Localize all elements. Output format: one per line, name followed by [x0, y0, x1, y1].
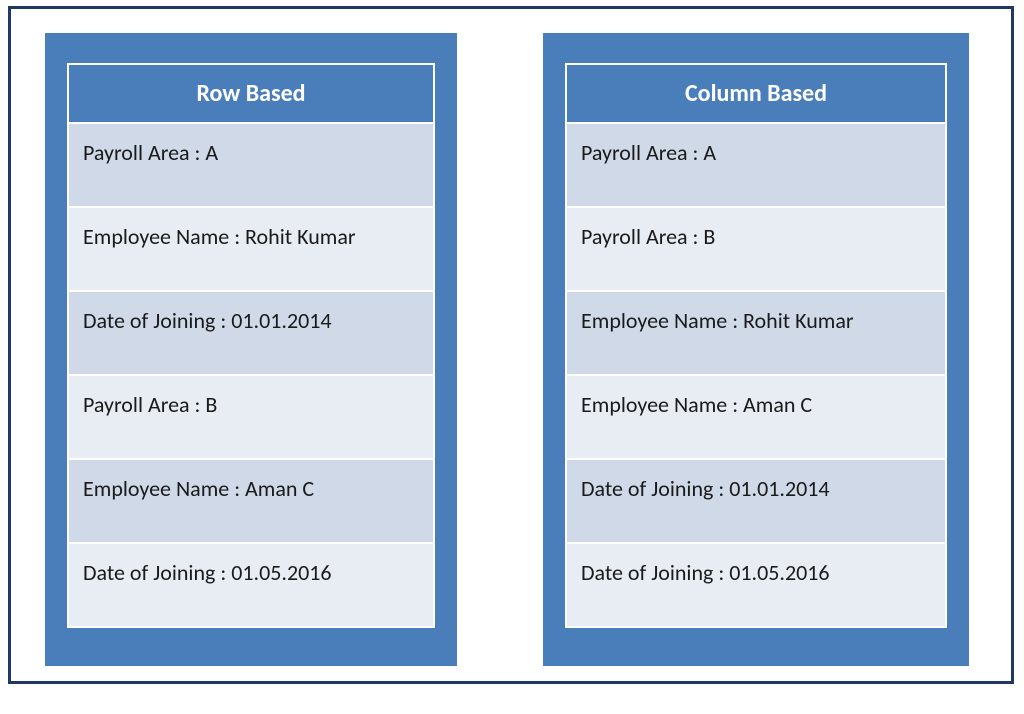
row-based-panel: Row Based Payroll Area : A Employee Name… [45, 33, 457, 666]
row-based-header: Row Based [68, 64, 434, 123]
table-row: Payroll Area : A [68, 123, 434, 207]
table-row: Payroll Area : B [566, 207, 946, 291]
table-row: Payroll Area : B [68, 375, 434, 459]
column-based-table: Column Based Payroll Area : A Payroll Ar… [565, 63, 947, 628]
table-row: Employee Name : Rohit Kumar [68, 207, 434, 291]
panels-container: Row Based Payroll Area : A Employee Name… [11, 9, 1011, 690]
table-row: Employee Name : Rohit Kumar [566, 291, 946, 375]
table-row: Employee Name : Aman C [566, 375, 946, 459]
column-based-header: Column Based [566, 64, 946, 123]
table-row: Date of Joining : 01.01.2014 [68, 291, 434, 375]
table-row: Date of Joining : 01.05.2016 [566, 543, 946, 627]
table-row: Payroll Area : A [566, 123, 946, 207]
table-row: Date of Joining : 01.05.2016 [68, 543, 434, 627]
column-based-panel: Column Based Payroll Area : A Payroll Ar… [543, 33, 969, 666]
row-based-table: Row Based Payroll Area : A Employee Name… [67, 63, 435, 628]
outer-frame: Row Based Payroll Area : A Employee Name… [8, 6, 1014, 684]
table-row: Employee Name : Aman C [68, 459, 434, 543]
table-row: Date of Joining : 01.01.2014 [566, 459, 946, 543]
